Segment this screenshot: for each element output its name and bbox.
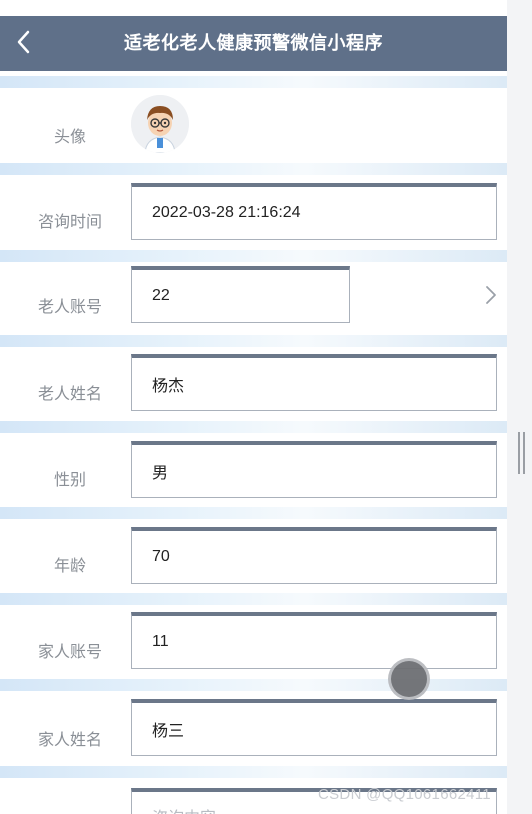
age-label: 年龄 (53, 558, 86, 575)
family-account-value: 11 (152, 633, 169, 650)
elder-account-label: 老人账号 (37, 299, 102, 316)
gender-field[interactable]: 男 (131, 441, 497, 498)
family-account-field[interactable]: 11 (131, 612, 497, 669)
section-divider (0, 250, 507, 262)
consult-time-label: 咨询时间 (37, 214, 102, 231)
elder-name-field[interactable]: 杨杰 (131, 354, 497, 411)
elder-name-value: 杨杰 (152, 378, 185, 395)
watermark: CSDN @QQ1061662411 (318, 786, 491, 803)
family-account-label: 家人账号 (37, 644, 102, 661)
consult-time-field[interactable]: 2022-03-28 21:16:24 (131, 183, 497, 240)
doctor-avatar-icon (131, 95, 189, 153)
age-value: 70 (152, 548, 170, 565)
age-field[interactable]: 70 (131, 527, 497, 584)
family-name-field[interactable]: 杨三 (131, 699, 497, 756)
section-divider (0, 335, 507, 347)
navigation-bar: 适老化老人健康预警微信小程序 (0, 16, 507, 71)
section-divider (0, 76, 507, 88)
family-name-label: 家人姓名 (37, 732, 102, 749)
gender-value: 男 (152, 465, 169, 482)
phone-screen: 适老化老人健康预警微信小程序 头像 咨询时间 2022-03-28 21:16:… (0, 0, 507, 814)
scrollbar-handle[interactable] (518, 432, 525, 474)
section-divider (0, 163, 507, 175)
section-divider (0, 766, 507, 778)
consult-time-value: 2022-03-28 21:16:24 (152, 204, 301, 221)
family-name-value: 杨三 (152, 723, 185, 740)
avatar-label: 头像 (53, 129, 86, 146)
elder-account-value: 22 (152, 287, 170, 304)
touch-indicator (391, 661, 427, 697)
avatar[interactable] (131, 95, 189, 153)
section-divider (0, 421, 507, 433)
consult-content-placeholder: 咨询内容 (152, 804, 216, 814)
section-divider (0, 593, 507, 605)
elder-name-label: 老人姓名 (37, 386, 102, 403)
gender-label: 性别 (53, 472, 86, 489)
section-divider (0, 507, 507, 519)
elder-account-field[interactable]: 22 (131, 266, 350, 323)
page-title: 适老化老人健康预警微信小程序 (124, 33, 383, 53)
section-divider (0, 679, 507, 691)
chevron-right-icon[interactable] (482, 284, 500, 306)
